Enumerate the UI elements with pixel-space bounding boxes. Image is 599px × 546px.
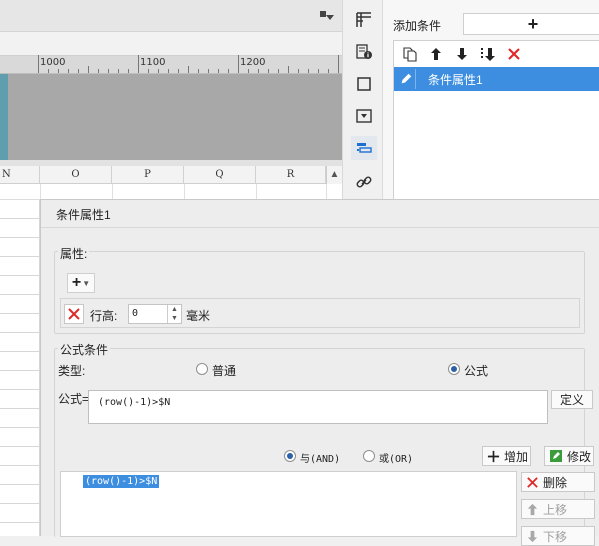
column-header-cell[interactable]: Q [184,166,256,184]
horizontal-ruler: 1000 1100 1200 [0,55,342,74]
formula-condition-list: (row()-1)>$N [60,471,517,537]
spin-up-icon[interactable]: ▲ [167,305,181,314]
type-formula-radio[interactable] [448,363,460,375]
move-down-button[interactable]: 下移 [521,526,595,546]
ruler-label: 1100 [140,57,166,68]
move-down-icon[interactable] [452,44,472,64]
delete-button-label: 删除 [543,475,568,490]
condition-list: 条件属性1 [393,40,599,200]
condition-list-item[interactable]: 条件属性1 [394,67,599,91]
condition-attributes-icon[interactable] [351,136,377,160]
copy-icon[interactable] [400,44,420,64]
logic-or-label[interactable]: 或(OR) [379,450,413,465]
delete-icon [68,308,80,320]
row-height-attribute: 行高: 0 ▲ ▼ 毫米 [60,298,580,328]
hyperlink-icon[interactable] [351,170,377,194]
plus-icon [487,450,500,462]
column-header-cell[interactable]: P [112,166,184,184]
chevron-down-icon: ▼ [82,278,91,288]
row-height-label: 行高: [90,309,118,323]
divider [41,227,599,228]
plus-icon: + [71,274,82,291]
move-down-button-label: 下移 [543,529,568,544]
designer-toolbar [0,0,342,32]
sheet-row[interactable] [0,184,342,200]
cell-layout-icon[interactable] [351,8,377,32]
column-header: N O P Q R ▲ [0,166,342,184]
scroll-up-icon[interactable]: ▲ [326,166,342,184]
condition-toolbar [394,41,599,67]
side-tab-strip [342,0,382,199]
widget-icon[interactable] [351,104,377,128]
cell-properties-icon[interactable] [351,40,377,64]
type-normal-label[interactable]: 普通 [212,362,236,379]
add-condition-button[interactable]: + [463,13,599,35]
formula-label: 公式= [58,392,90,406]
condition-dialog: 条件属性1 属性: + ▼ 行高: 0 ▲ ▼ 毫米 公式条件 类型: 普通 公式… [40,199,599,546]
ruler-label: 1200 [240,57,266,68]
dialog-title: 条件属性1 [56,208,111,222]
sheet-rows[interactable] [0,200,40,536]
type-label: 类型: [58,364,86,378]
remove-attribute-button[interactable] [64,304,84,324]
border-icon[interactable] [351,72,377,96]
formula-condition-item[interactable]: (row()-1)>$N [83,475,160,488]
delete-button[interactable]: 删除 [521,472,595,492]
logic-and-label[interactable]: 与(AND) [300,450,340,465]
logic-or-radio[interactable] [363,450,375,462]
move-up-button[interactable]: 上移 [521,499,595,519]
define-button[interactable]: 定义 [551,390,593,409]
add-condition-label: 添加条件 [393,19,442,33]
column-header-cell[interactable]: R [256,166,326,184]
ruler-bar [0,32,342,56]
modify-button[interactable]: 修改 [544,446,594,466]
spin-down-icon[interactable]: ▼ [167,314,181,323]
ruler-label: 1000 [40,57,66,68]
dropdown-arrow-icon[interactable] [320,10,334,22]
row-height-unit: 毫米 [186,309,211,323]
arrow-down-icon [527,530,538,542]
formula-input[interactable]: (row()-1)>$N [88,390,548,424]
row-height-spinner[interactable]: 0 ▲ ▼ [128,304,182,324]
modify-icon [550,450,562,462]
type-normal-radio[interactable] [196,363,208,375]
column-header-cell[interactable]: N [0,166,40,184]
add-button-label: 增加 [504,449,529,464]
formula-group-label: 公式条件 [58,341,111,358]
move-up-icon[interactable] [426,44,446,64]
modify-button-label: 修改 [567,449,592,464]
add-button[interactable]: 增加 [482,446,531,466]
delete-icon [527,476,538,488]
arrow-up-icon [527,503,538,515]
move-up-button-label: 上移 [543,502,568,517]
formula-text: (row()-1)>$N [98,397,171,408]
move-bottom-icon[interactable] [478,44,498,64]
condition-item-label: 条件属性1 [428,73,483,87]
attributes-group-label: 属性: [58,245,90,262]
row-height-value[interactable]: 0 [132,308,138,319]
logic-and-radio[interactable] [284,450,296,462]
column-header-cell[interactable]: O [40,166,112,184]
add-attribute-button[interactable]: + ▼ [67,273,95,293]
selected-region [0,74,8,160]
condition-panel: 添加条件 + 条件属性1 [382,0,599,200]
design-canvas[interactable] [0,74,342,160]
edit-icon [396,69,416,89]
delete-icon[interactable] [504,44,524,64]
type-formula-label[interactable]: 公式 [464,362,488,379]
